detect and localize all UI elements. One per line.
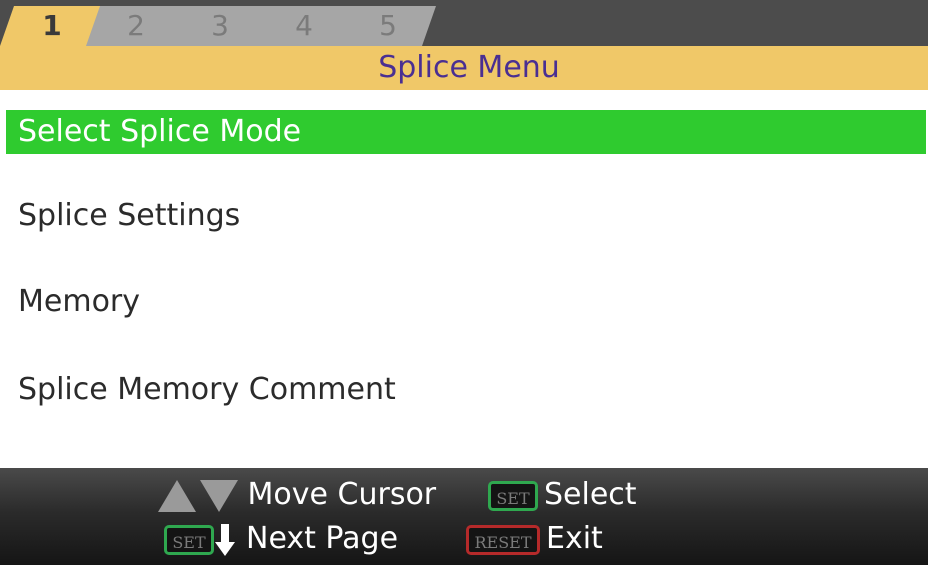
menu-item-select-splice-mode[interactable]: Select Splice Mode <box>6 110 926 154</box>
next-page-label: Next Page <box>246 521 399 556</box>
hint-next-page: SET Next Page <box>164 518 398 560</box>
hint-exit: RESET Exit <box>466 518 603 560</box>
page-title: Splice Menu <box>378 50 560 85</box>
splice-menu-screen: 1 2 3 4 5 Splice Menu Select Splice Mode… <box>0 0 928 565</box>
set-key-badge: SET <box>488 480 538 511</box>
menu-item-memory[interactable]: Memory <box>6 280 926 324</box>
menu-item-splice-memory-comment[interactable]: Splice Memory Comment <box>6 368 926 412</box>
tab-2[interactable]: 2 <box>84 6 184 46</box>
menu-list: Select Splice Mode Splice Settings Memor… <box>0 90 928 468</box>
tab-5[interactable]: 5 <box>336 6 436 46</box>
up-down-arrows-icon <box>158 479 238 512</box>
reset-key-badge: RESET <box>466 524 540 555</box>
hint-move-cursor: Move Cursor <box>158 474 436 516</box>
page-tabs: 1 2 3 4 5 <box>0 0 928 46</box>
tab-3[interactable]: 3 <box>168 6 268 46</box>
down-arrow-icon <box>215 523 235 556</box>
move-cursor-label: Move Cursor <box>247 477 437 512</box>
title-bar: Splice Menu <box>0 46 928 90</box>
menu-item-splice-settings[interactable]: Splice Settings <box>6 194 926 238</box>
exit-label: Exit <box>546 521 603 556</box>
tab-4[interactable]: 4 <box>252 6 352 46</box>
tab-1[interactable]: 1 <box>0 6 100 46</box>
select-label: Select <box>544 477 637 512</box>
key-hints-footer: Move Cursor SET Select SET Next Page RESE… <box>0 468 928 565</box>
hint-select: SET Select <box>488 474 637 516</box>
set-key-badge: SET <box>164 524 214 555</box>
